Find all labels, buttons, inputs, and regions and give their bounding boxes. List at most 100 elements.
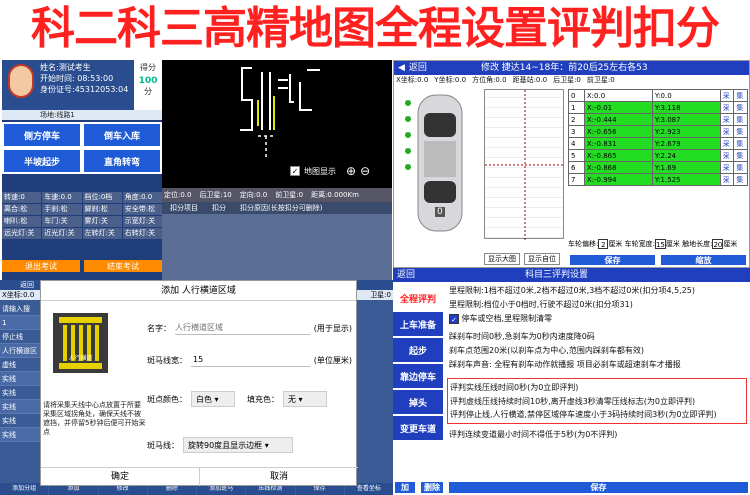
menu-item[interactable]: 起步 (393, 338, 443, 364)
zoom-in-icon[interactable]: ⊕ (346, 164, 356, 178)
zone-list-item[interactable]: 虚线 (0, 358, 40, 372)
row-y: Y:3.087 (651, 113, 721, 126)
table-row[interactable]: 1 X:-0.01 Y:3.118 采集 (568, 101, 748, 114)
stat-heading: 定向:0.0 (239, 191, 268, 199)
collect-button[interactable]: 采 (719, 149, 735, 162)
zone-list-item[interactable]: 停止线 (0, 330, 40, 344)
gather-button[interactable]: 集 (733, 137, 748, 150)
menu-item[interactable]: 靠边停车 (393, 364, 443, 390)
zone-list-item[interactable]: 人行横道区 (0, 344, 40, 358)
zone-list-item[interactable]: 实线 (0, 386, 40, 400)
menu-item[interactable]: 变更车道 (393, 416, 443, 442)
right-angle-turn-button[interactable]: 直角转弯 (82, 148, 162, 174)
settings-save-button[interactable]: 保存 (447, 480, 750, 495)
collect-button[interactable]: 采 (719, 161, 735, 174)
table-row[interactable]: 6 X:-0.868 Y:1.69 采集 (568, 161, 748, 174)
wheel-width-input[interactable]: 15 (654, 239, 666, 249)
map-display-checkbox[interactable]: ✓ (290, 166, 300, 176)
gather-button[interactable]: 集 (733, 149, 748, 162)
end-exam-button[interactable]: 结束考试 (84, 260, 162, 272)
zone-sat: 卫星:0 (370, 291, 391, 299)
venue-label: 场地:线路1 (2, 110, 162, 120)
zoom-button[interactable]: 缩放 (659, 253, 748, 267)
parallel-park-button[interactable]: 侧方停车 (2, 122, 82, 148)
back-arrow-icon[interactable]: ◀ (398, 61, 405, 75)
show-large-button[interactable]: 显示大图 (484, 253, 520, 265)
cancel-button[interactable]: 取消 (200, 468, 358, 486)
collect-button[interactable]: 采 (719, 101, 735, 114)
coord-azimuth: 方位角:0.0 (472, 76, 507, 84)
map-canvas[interactable]: ✓ 地图显示 ⊕ ⊖ (162, 60, 392, 188)
delete-button[interactable]: 删除 (419, 480, 445, 495)
zoom-out-icon[interactable]: ⊖ (360, 164, 370, 178)
stripe-select[interactable]: 旋转90度且显示边框 ▾ (183, 437, 293, 453)
table-row[interactable]: 5 X:-0.865 Y:2.24 采集 (568, 149, 748, 162)
table-row[interactable]: 0 X:0.0 Y:0.0 采集 (568, 89, 748, 102)
gather-button[interactable]: 集 (733, 89, 748, 102)
table-row[interactable]: 7 X:-0.994 Y:1.525 采集 (568, 173, 748, 186)
table-row[interactable]: 3 X:-0.656 Y:2.923 采集 (568, 125, 748, 138)
row-y: Y:1.69 (651, 161, 721, 174)
table-row[interactable]: 2 X:-0.444 Y:3.087 采集 (568, 113, 748, 126)
settings-content: 里程限制:1档不超过0米,2档不超过0米,3档不超过0米(扣分项4,5,25) … (447, 284, 747, 442)
gather-button[interactable]: 集 (733, 173, 748, 186)
gather-button[interactable]: 集 (733, 101, 748, 114)
gather-button[interactable]: 集 (733, 161, 748, 174)
score-unit: 分 (144, 87, 152, 96)
settings-title: 科目三评判设置 (525, 270, 589, 280)
color-select[interactable]: 白色 ▾ (191, 391, 235, 407)
judging-box: 评判实线压线时间0秒(为0立即评判) 评判虚线压线持续时间10秒,离开虚线3秒清… (447, 378, 747, 424)
exit-exam-button[interactable]: 退出考试 (2, 260, 80, 272)
reverse-park-button[interactable]: 倒车入库 (82, 122, 162, 148)
score-label: 得分 (140, 63, 156, 72)
stat-lowbeam: 近光灯:关 (42, 228, 82, 239)
car-index: 0 (435, 207, 445, 217)
gather-button[interactable]: 集 (733, 113, 748, 126)
add-button[interactable]: 加 (393, 480, 417, 495)
dropdown-arrow-icon: ▾ (298, 395, 303, 404)
menu-item[interactable]: 上车准备 (393, 312, 443, 338)
menu-item[interactable]: 全程评判 (393, 286, 443, 312)
reset-row: ✓ 停车或空档,里程限制清零 (447, 312, 747, 326)
hill-start-button[interactable]: 半坡起步 (2, 148, 82, 174)
width-input[interactable]: 15 (191, 353, 310, 367)
confirm-button[interactable]: 确定 (41, 468, 200, 486)
zone-list-item[interactable]: 实线 (0, 372, 40, 386)
gear-limit-row: 里程限制:档位小于0档时,行驶不超过0米(扣分项31) (449, 300, 633, 309)
show-self-button[interactable]: 显示自位 (524, 253, 560, 265)
gather-button[interactable]: 集 (733, 125, 748, 138)
dashed-line-row: 评判虚线压线持续时间10秒,离开虚线3秒清零压线标志(为0立即评判) (450, 397, 696, 406)
stat-handbrake: 手刹:松 (42, 204, 82, 215)
collect-button[interactable]: 采 (719, 113, 735, 126)
deduct-points-header: 扣分 (212, 204, 226, 212)
zone-list-item[interactable]: 实线 (0, 414, 40, 428)
reset-checkbox[interactable]: ✓ (449, 313, 459, 324)
edit-header: ◀ 返回 修改 捷达14~18年：前20后25左右各53 (394, 61, 749, 75)
save-button[interactable]: 保存 (568, 253, 657, 267)
examinee-name: 姓名:测试考生 (40, 63, 91, 72)
back-button[interactable]: 返回 (409, 61, 427, 75)
coord-y: Y坐标:0.0 (434, 76, 467, 84)
collect-button[interactable]: 采 (719, 125, 735, 138)
zone-list-item[interactable]: 请输入搜 (0, 302, 40, 316)
stat-seatbelt: 安全带:松 (122, 204, 162, 215)
row-index: 1 (568, 101, 585, 114)
zone-list-item[interactable]: 1 (0, 316, 40, 330)
menu-item[interactable]: 掉头 (393, 390, 443, 416)
color-label: 斑点颜色： (147, 394, 187, 404)
settings-back-button[interactable]: 返回 (397, 268, 415, 282)
zone-list-item[interactable]: 实线 (0, 428, 40, 442)
collect-button[interactable]: 采 (719, 137, 735, 150)
collect-button[interactable]: 采 (719, 173, 735, 186)
table-row[interactable]: 4 X:-0.831 Y:2.679 采集 (568, 137, 748, 150)
zone-list-item[interactable]: 实线 (0, 400, 40, 414)
stop-line-row: 评判停止线,人行横道,禁停区域停车速度小于3码持续时间3秒(为0立即评判) (450, 410, 717, 419)
collect-button[interactable]: 采 (719, 89, 735, 102)
wheel-offset-input[interactable]: 2 (598, 239, 609, 249)
coord-bar: X坐标:0.0 Y坐标:0.0 方位角:0.0 距基站:0.0 后卫星:0 前卫… (394, 75, 749, 85)
edit-title: 修改 捷达14~18年：前20后25左右各53 (480, 63, 648, 73)
name-input[interactable] (175, 321, 310, 335)
add-crosswalk-dialog: 添加 人行横道区域 人行横道 请将采集天线中心点放置于所要采集区域拐角处，确保天… (40, 280, 358, 486)
contact-length-input[interactable]: 20 (712, 239, 724, 249)
fill-select[interactable]: 无 ▾ (283, 391, 327, 407)
